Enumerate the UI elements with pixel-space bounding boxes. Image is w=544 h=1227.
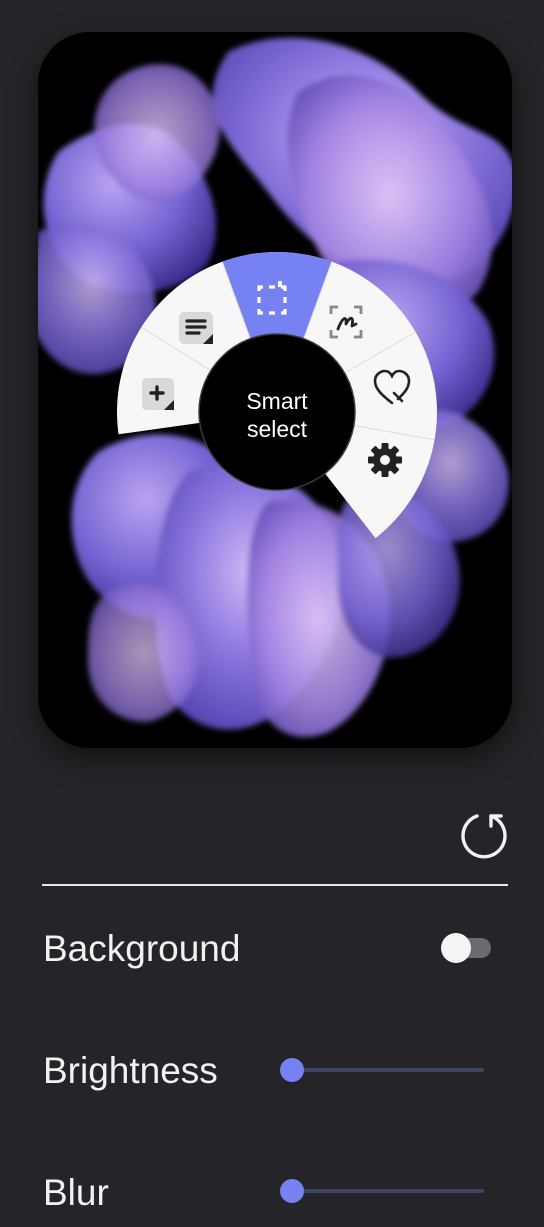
preview-canvas: Smart select [38,32,512,748]
reset-icon [461,814,507,859]
slider-track [292,1189,484,1193]
create-note-item[interactable] [142,378,174,410]
view-all-notes-item[interactable] [179,312,213,344]
wallpaper-preview: Smart select [38,32,512,748]
slider-thumb[interactable] [280,1058,304,1082]
brightness-label: Brightness [43,1050,218,1091]
center-label-line1: Smart [246,388,308,414]
blur-slider[interactable] [280,1178,484,1204]
reset-button[interactable] [457,808,511,862]
smart-select-center[interactable]: Smart select [198,333,356,491]
slider-track [292,1068,484,1072]
background-toggle[interactable] [441,933,491,963]
settings-item[interactable] [368,443,402,477]
slider-thumb[interactable] [280,1179,304,1203]
divider [42,884,508,886]
toggle-thumb [441,933,471,963]
background-label: Background [43,928,241,969]
blur-label: Blur [43,1172,109,1213]
center-label-line2: select [247,416,308,442]
brightness-slider[interactable] [280,1057,484,1083]
gear-icon [368,443,402,477]
